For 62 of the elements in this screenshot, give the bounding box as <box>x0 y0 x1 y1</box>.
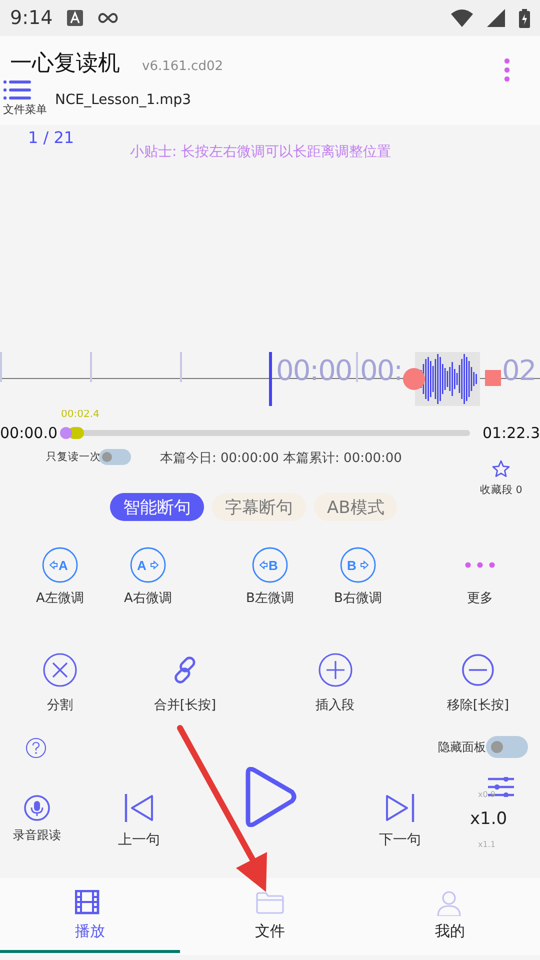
next-button[interactable]: 下一句 <box>379 793 421 849</box>
hide-panel-label: 隐藏面板 <box>438 738 486 756</box>
tool-button[interactable]: B B左微调 <box>246 547 294 607</box>
record-button[interactable]: 录音跟读 <box>13 795 61 844</box>
skip-back-icon <box>124 793 154 823</box>
mode-tab[interactable]: AB模式 <box>314 493 398 521</box>
version-label: v6.161.cd02 <box>142 59 223 74</box>
end-time: 01:22.3 <box>482 424 540 442</box>
close-icon <box>42 652 78 688</box>
arrow-a-icon: A <box>130 547 166 583</box>
segment-counter: 1 / 21 <box>28 128 74 147</box>
keyboard-icon <box>66 10 83 26</box>
repeat-once-toggle[interactable] <box>99 449 131 465</box>
tool-button[interactable]: 移除[长按] <box>446 652 510 714</box>
speed-option: x1.1 <box>478 840 496 849</box>
microphone-icon <box>24 795 50 821</box>
b-marker-handle[interactable] <box>485 370 501 386</box>
listening-stats: 本篇今日: 00:00:00 本篇累计: 00:00:00 <box>160 450 402 467</box>
nav-tab[interactable]: 文件 <box>180 878 360 955</box>
tool-button[interactable]: 更多 <box>462 547 498 607</box>
folder-icon <box>255 890 285 916</box>
more-icon <box>465 562 495 568</box>
arrow-b-icon: B <box>340 547 376 583</box>
a-marker-handle[interactable] <box>403 368 425 390</box>
help-icon[interactable] <box>25 737 47 759</box>
favorite-button[interactable]: 收藏段 0 <box>480 460 522 497</box>
skip-forward-icon <box>385 793 415 823</box>
signal-icon <box>487 9 505 27</box>
tip-text: 小贴士: 长按左右微调可以长距离调整位置 <box>130 143 392 161</box>
mode-tab[interactable]: 字幕断句 <box>212 493 306 521</box>
tool-button[interactable]: A A左微调 <box>36 547 84 607</box>
mode-tab[interactable]: 智能断句 <box>110 493 204 521</box>
playhead-line <box>269 352 272 406</box>
battery-icon <box>519 8 530 28</box>
nav-tab[interactable]: 我的 <box>360 878 540 955</box>
start-time: 00:00.0 <box>0 424 58 442</box>
file-name: NCE_Lesson_1.mp3 <box>55 92 192 108</box>
tool-button[interactable]: B B右微调 <box>334 547 382 607</box>
tool-button[interactable]: 分割 <box>42 652 78 714</box>
arrow-b-icon: B <box>252 547 288 583</box>
progress-slider[interactable] <box>62 427 470 439</box>
menu-icon <box>3 80 33 100</box>
repeat-once-label: 只复读一次 <box>46 450 101 464</box>
nav-tab[interactable]: 播放 <box>0 878 180 955</box>
file-menu-button[interactable]: 文件菜单 <box>3 80 47 117</box>
progress-thumb[interactable] <box>60 427 72 439</box>
previous-button[interactable]: 上一句 <box>118 793 160 849</box>
tool-button[interactable]: 合并[长按] <box>154 652 216 714</box>
arrow-a-icon: A <box>42 547 78 583</box>
hide-panel-toggle[interactable] <box>486 736 528 758</box>
wifi-icon <box>451 9 473 27</box>
speed-button[interactable]: x1.0 <box>470 809 508 829</box>
app-title: 一心复读机 <box>10 50 120 78</box>
plus-icon <box>317 652 353 688</box>
status-time: 9:14 <box>10 7 53 29</box>
tool-button[interactable]: 插入段 <box>316 652 354 714</box>
more-icon[interactable] <box>504 58 510 82</box>
minus-icon <box>460 652 496 688</box>
speed-option: x0.9 <box>478 790 496 799</box>
tool-button[interactable]: A A右微调 <box>124 547 172 607</box>
star-icon <box>492 460 510 478</box>
infinity-icon <box>96 12 119 24</box>
